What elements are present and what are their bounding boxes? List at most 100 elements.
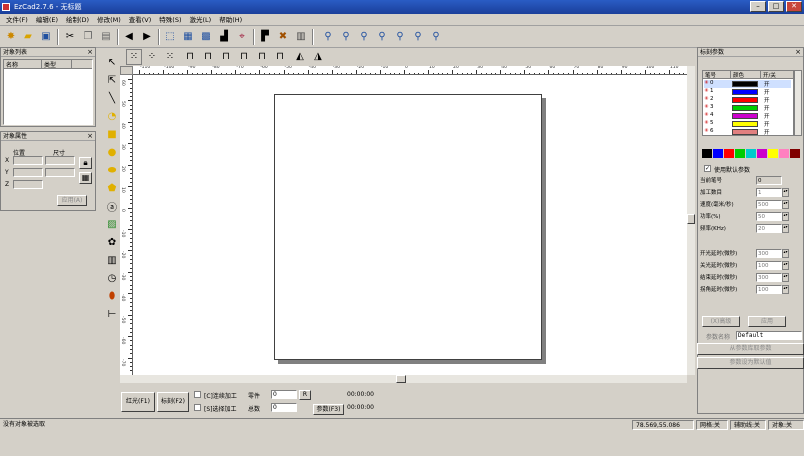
spinner-icon[interactable]: ▴▾ xyxy=(782,211,789,221)
pen-color-swatch[interactable] xyxy=(732,97,758,103)
align-icon[interactable]: ▟ xyxy=(216,29,232,45)
param-value-field[interactable]: 300 xyxy=(756,272,782,282)
palette-swatch[interactable] xyxy=(779,149,789,158)
pen-row[interactable]: ✳ 5 开 xyxy=(704,120,791,128)
spinner-icon[interactable]: ▴▾ xyxy=(782,248,789,258)
select-all-icon[interactable]: ⬚ xyxy=(162,29,178,45)
pen-state[interactable]: 开 xyxy=(758,80,778,88)
param-value-field[interactable]: 50 xyxy=(756,211,782,221)
pen-state[interactable]: 开 xyxy=(758,88,778,96)
mark-params-close-icon[interactable]: × xyxy=(795,48,801,57)
horizontal-scrollbar[interactable] xyxy=(120,375,687,383)
mirror-h-icon[interactable]: ◭ xyxy=(292,49,308,65)
minimize-button[interactable]: – xyxy=(750,1,766,12)
properties-icon[interactable]: ▥ xyxy=(293,29,309,45)
palette-swatch[interactable] xyxy=(724,149,734,158)
menu-modify[interactable]: 修改(M) xyxy=(93,14,125,26)
text-icon[interactable]: ⓐ xyxy=(105,199,119,214)
pen-color-swatch[interactable] xyxy=(732,81,758,87)
spinner-icon[interactable]: ▴▾ xyxy=(782,223,789,233)
size-y-field[interactable] xyxy=(45,168,75,177)
align-top-icon[interactable]: ⊓ xyxy=(218,49,234,65)
node-icon[interactable]: ⌖ xyxy=(234,29,250,45)
pen-state[interactable]: 开 xyxy=(758,96,778,104)
align-bottom-icon[interactable]: ⊓ xyxy=(236,49,252,65)
continuous-checkbox[interactable] xyxy=(194,391,201,398)
spinner-icon[interactable]: ▴▾ xyxy=(782,260,789,270)
open-icon[interactable]: ▰ xyxy=(20,29,36,45)
object-list-close-icon[interactable]: × xyxy=(87,48,93,57)
total-field[interactable]: 0 xyxy=(271,403,297,412)
menu-view[interactable]: 查看(V) xyxy=(125,14,156,26)
polygon-icon[interactable]: ⬟ xyxy=(105,181,119,195)
menu-file[interactable]: 文件(F) xyxy=(2,14,32,26)
param-value-field[interactable]: 500 xyxy=(756,199,782,209)
pen-color-swatch[interactable] xyxy=(732,129,758,135)
spinner-icon[interactable]: ▴▾ xyxy=(782,284,789,294)
pen-row[interactable]: ✳ 0 开 xyxy=(704,80,791,88)
object-props-close-icon[interactable]: × xyxy=(87,132,93,141)
menu-draw[interactable]: 绘制(D) xyxy=(62,14,93,26)
mark-button[interactable]: 标刻(F2) xyxy=(157,392,189,412)
undo-icon[interactable]: ◀ xyxy=(121,29,137,45)
status-guide[interactable]: 辅助线:关 xyxy=(730,420,766,430)
zoom-icon[interactable]: ⚲ xyxy=(320,29,336,45)
palette-swatch[interactable] xyxy=(790,149,800,158)
select-arrow-icon[interactable]: ↖ xyxy=(105,55,119,69)
align-right-icon[interactable]: ⊓ xyxy=(200,49,216,65)
pen-row[interactable]: ✳ 3 开 xyxy=(704,104,791,112)
param-name-field[interactable]: Default xyxy=(736,331,802,340)
bitmap-icon[interactable]: ▨ xyxy=(105,217,119,231)
spinner-icon[interactable]: ▴▾ xyxy=(782,199,789,209)
spinner-icon[interactable]: ▴▾ xyxy=(782,187,789,197)
align-left-icon[interactable]: ⊓ xyxy=(182,49,198,65)
zoom-all-icon[interactable]: ⚲ xyxy=(392,29,408,45)
anchor-grid-icon[interactable]: ▦ xyxy=(79,172,92,184)
node-select-icon[interactable]: ⁙ xyxy=(126,49,142,65)
palette-swatch[interactable] xyxy=(768,149,778,158)
node-edit-icon[interactable]: ▛ xyxy=(257,29,273,45)
vertical-scrollbar[interactable] xyxy=(687,66,695,375)
object-list[interactable]: 名称 类型 xyxy=(3,59,93,125)
pen-col-onoff[interactable]: 开/关 xyxy=(761,71,785,79)
param-value-field[interactable]: 100 xyxy=(756,284,782,294)
pen-row[interactable]: ✳ 1 开 xyxy=(704,88,791,96)
pen-state[interactable]: 开 xyxy=(758,128,778,136)
pos-x-field[interactable] xyxy=(13,156,43,165)
palette-swatch[interactable] xyxy=(735,149,745,158)
cut-icon[interactable]: ✂ xyxy=(62,29,78,45)
pen-state[interactable]: 开 xyxy=(758,120,778,128)
params-button[interactable]: 参数(F3) xyxy=(313,404,344,415)
pen-color-swatch[interactable] xyxy=(732,113,758,119)
pen-row[interactable]: ✳ 2 开 xyxy=(704,96,791,104)
new-file-icon[interactable]: ✸ xyxy=(3,29,19,45)
advanced-button[interactable]: (X)高级 xyxy=(702,316,740,327)
menu-special[interactable]: 特殊(S) xyxy=(155,14,185,26)
tools-icon[interactable]: ✖ xyxy=(275,29,291,45)
pen-col-no[interactable]: 笔号 xyxy=(703,71,731,79)
status-grid[interactable]: 网格:关 xyxy=(696,420,728,430)
zoom-select-icon[interactable]: ⚲ xyxy=(410,29,426,45)
pen-color-swatch[interactable] xyxy=(732,105,758,111)
circle-icon[interactable]: ● xyxy=(105,145,119,159)
apply-button[interactable]: 应用(A) xyxy=(57,195,87,206)
palette-swatch[interactable] xyxy=(746,149,756,158)
horizontal-scroll-thumb[interactable] xyxy=(396,375,406,383)
line-icon[interactable]: ╲ xyxy=(105,91,119,105)
barcode-icon[interactable]: ▥ xyxy=(105,253,119,267)
align-center-icon[interactable]: ⊓ xyxy=(254,49,270,65)
pos-y-field[interactable] xyxy=(13,168,43,177)
pen-col-color[interactable]: 颜色 xyxy=(731,71,761,79)
param-value-field[interactable]: 100 xyxy=(756,260,782,270)
lock-icon[interactable]: 🔒︎ xyxy=(79,157,92,169)
spinner-icon[interactable]: ▴▾ xyxy=(782,272,789,282)
size-x-field[interactable] xyxy=(45,156,75,165)
distribute-icon[interactable]: ⊓ xyxy=(272,49,288,65)
copy-icon[interactable]: ❐ xyxy=(80,29,96,45)
vector-file-icon[interactable]: ✿ xyxy=(105,235,119,249)
redo-icon[interactable]: ▶ xyxy=(139,29,155,45)
zoom-fit-icon[interactable]: ⚲ xyxy=(374,29,390,45)
object-list-col-type[interactable]: 类型 xyxy=(42,60,72,69)
param-value-field[interactable]: 300 xyxy=(756,248,782,258)
zoom-in-icon[interactable]: ⚲ xyxy=(338,29,354,45)
